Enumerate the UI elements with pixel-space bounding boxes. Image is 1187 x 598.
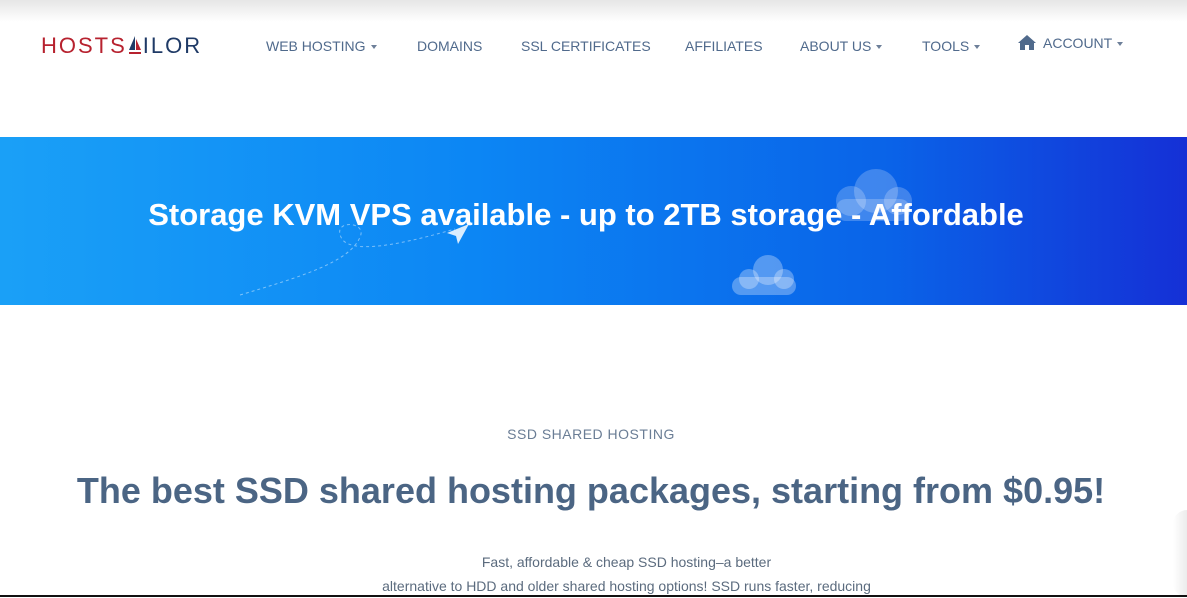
nav-about-us-label: ABOUT US: [800, 38, 872, 54]
chevron-down-icon: [974, 45, 981, 49]
nav-web-hosting[interactable]: WEB HOSTING: [266, 36, 377, 56]
logo-text-hosts: HOSTS: [41, 33, 127, 58]
home-icon: [1018, 34, 1036, 50]
sail-icon: [128, 36, 141, 54]
chevron-down-icon: [370, 45, 377, 49]
nav-ssl-certificates[interactable]: SSL CERTIFICATES: [521, 36, 651, 56]
top-shade: [0, 0, 1187, 22]
nav-web-hosting-label: WEB HOSTING: [266, 38, 366, 54]
section-eyebrow: SSD SHARED HOSTING: [507, 426, 675, 442]
promo-banner[interactable]: Storage KVM VPS available - up to 2TB st…: [0, 137, 1187, 305]
chevron-down-icon: [1117, 42, 1124, 46]
nav-tools[interactable]: TOOLS: [922, 36, 981, 56]
nav-about-us[interactable]: ABOUT US: [800, 36, 883, 56]
nav-domains[interactable]: DOMAINS: [417, 36, 482, 56]
hostsailor-logo[interactable]: HOSTS ILOR: [41, 33, 202, 59]
nav-ssl-certificates-label: SSL CERTIFICATES: [521, 38, 651, 54]
nav-domains-label: DOMAINS: [417, 38, 483, 54]
nav-tools-label: TOOLS: [922, 38, 970, 54]
floating-widget-edge[interactable]: [1173, 510, 1187, 597]
description-line-1: Fast, affordable & cheap SSD hosting–a b…: [481, 554, 772, 570]
cloud-icon: [732, 255, 796, 295]
logo-text-ilor: ILOR: [142, 33, 203, 58]
section-headline: The best SSD shared hosting packages, st…: [76, 470, 1106, 511]
nav-affiliates-label: AFFILIATES: [685, 38, 763, 54]
nav-affiliates[interactable]: AFFILIATES: [685, 36, 763, 56]
nav-account[interactable]: ACCOUNT: [1017, 33, 1124, 53]
nav-account-label: ACCOUNT: [1043, 35, 1113, 51]
section-description: Fast, affordable & cheap SSD hosting–a b…: [0, 550, 1187, 598]
banner-headline: Storage KVM VPS available - up to 2TB st…: [148, 197, 1024, 232]
chevron-down-icon: [876, 45, 883, 49]
